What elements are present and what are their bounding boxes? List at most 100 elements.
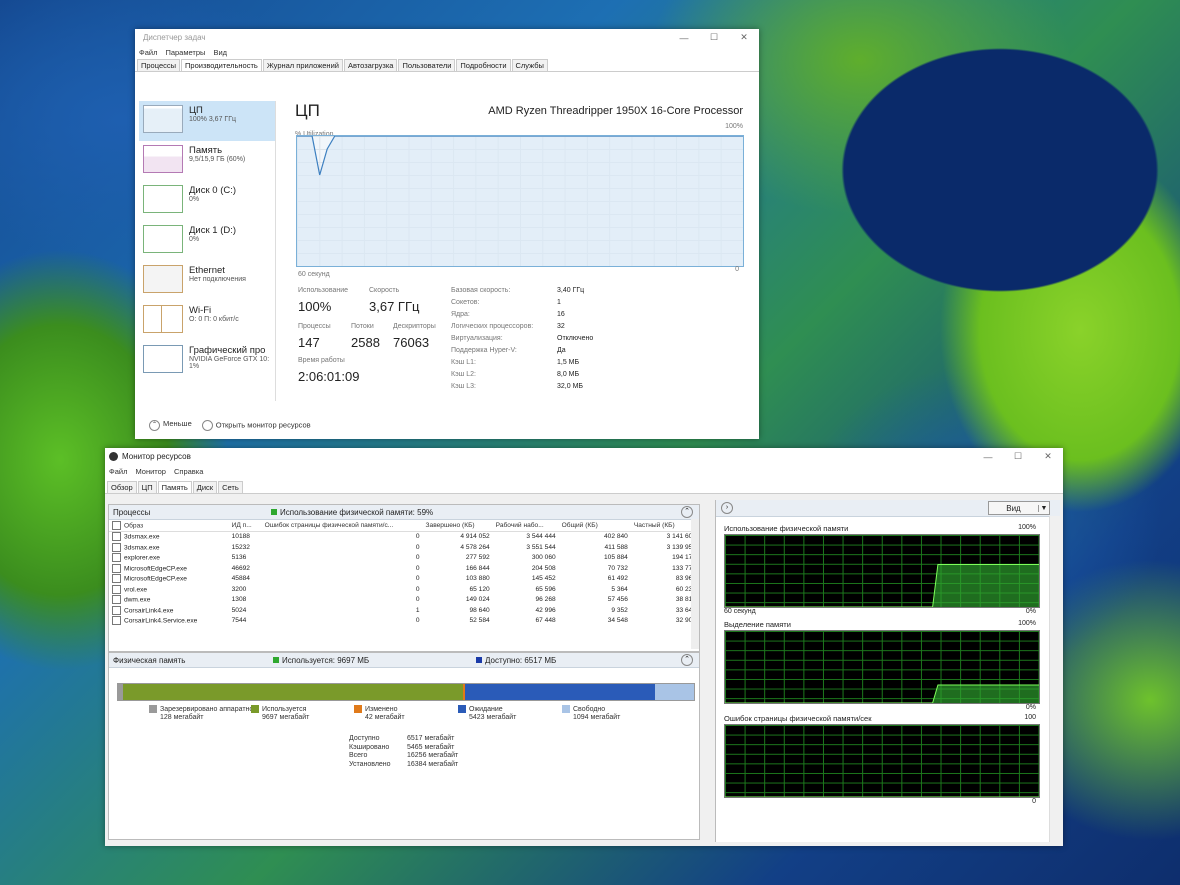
menu-options[interactable]: Параметры — [165, 48, 205, 57]
row-checkbox[interactable] — [112, 574, 121, 584]
row-checkbox[interactable] — [112, 595, 121, 605]
column-header[interactable]: Общий (КБ) — [558, 520, 631, 532]
processes-header[interactable]: Процессы Использование физической памяти… — [109, 505, 699, 520]
title-bar[interactable]: Диспетчер задач — ☐ ✕ — [135, 29, 759, 46]
menu-file[interactable]: Файл — [109, 467, 127, 476]
maximize-button[interactable]: ☐ — [699, 29, 729, 46]
tab-network[interactable]: Сеть — [218, 481, 243, 493]
menu-bar: Файл Параметры Вид — [135, 46, 759, 58]
spec-value: 3,40 ГГц — [557, 287, 585, 294]
column-header[interactable]: ИД п... — [228, 520, 262, 532]
table-row[interactable]: dwm.exe 1308 0 149 024 96 268 57 456 38 812 — [109, 595, 699, 606]
tab-details[interactable]: Подробности — [456, 59, 511, 71]
table-cell: 194 176 — [672, 554, 696, 562]
processes-value: 147 — [298, 335, 320, 350]
minimize-button[interactable]: — — [973, 448, 1003, 465]
table-cell: 5024 — [231, 606, 247, 614]
spec-value: 1 — [557, 299, 561, 306]
sidebar-item-disk0[interactable]: Диск 0 (C:) 0% — [139, 181, 275, 221]
tab-users[interactable]: Пользователи — [398, 59, 456, 71]
minimize-button[interactable]: — — [669, 29, 699, 46]
table-cell: 61 492 — [607, 575, 628, 583]
sidebar-item-ethernet[interactable]: Ethernet Нет подключения — [139, 261, 275, 301]
sidebar-item-gpu[interactable]: Графический про NVIDIA GeForce GTX 10: 1% — [139, 341, 275, 381]
row-checkbox[interactable] — [112, 553, 121, 563]
total-value: 5465 мегабайт — [407, 743, 455, 751]
tab-disk[interactable]: Диск — [192, 481, 218, 493]
table-row[interactable]: CorsairLink4.exe 5024 1 98 640 42 996 9 352 33… — [109, 605, 699, 616]
spec-value: 32 — [557, 323, 565, 330]
collapse-chevron-icon[interactable]: ⌃ — [681, 506, 693, 518]
tab-performance[interactable]: Производительность — [181, 59, 262, 71]
table-row[interactable]: 3dsmax.exe 15232 0 4 578 264 3 551 544 411 58… — [109, 542, 699, 553]
menu-view[interactable]: Вид — [213, 48, 227, 57]
chart-time: 60 секунд — [724, 608, 756, 615]
collapse-chevron-icon[interactable]: ⌃ — [681, 654, 693, 666]
expand-panel-chevron-icon[interactable]: › — [721, 502, 733, 514]
task-manager-window: Диспетчер задач — ☐ ✕ Файл Параметры Вид… — [135, 29, 759, 439]
title-bar[interactable]: Монитор ресурсов — ☐ ✕ — [105, 448, 1063, 465]
memory-bar-segment-used — [122, 684, 464, 700]
tab-memory[interactable]: Память — [157, 481, 192, 493]
table-row[interactable]: vrol.exe 3200 0 65 120 65 596 5 364 60 232 — [109, 584, 699, 595]
row-checkbox[interactable] — [112, 605, 121, 615]
close-button[interactable]: ✕ — [729, 29, 759, 46]
table-row[interactable]: MicrosoftEdgeCP.exe 46692 0 166 844 204 508 7… — [109, 563, 699, 574]
table-cell: 65 120 — [469, 585, 490, 593]
column-header[interactable]: Ошибок страницы физической памяти/с... — [261, 520, 423, 532]
table-row[interactable]: 3dsmax.exe 10188 0 4 914 052 3 544 444 402 84… — [109, 531, 699, 542]
menu-file[interactable]: Файл — [139, 48, 157, 57]
menu-monitor[interactable]: Монитор — [135, 467, 166, 476]
tab-cpu[interactable]: ЦП — [137, 481, 157, 493]
table-cell: 277 592 — [465, 554, 490, 562]
tab-processes[interactable]: Процессы — [137, 59, 181, 71]
open-resource-monitor-link[interactable]: Открыть монитор ресурсов — [201, 419, 311, 431]
maximize-button[interactable]: ☐ — [1003, 448, 1033, 465]
sidebar-item-memory[interactable]: Память 9,5/15,9 ГБ (60%) — [139, 141, 275, 181]
row-checkbox[interactable] — [112, 563, 121, 573]
process-name: CorsairLink4.exe — [124, 607, 174, 614]
table-cell: 33 644 — [675, 606, 696, 614]
tab-overview[interactable]: Обзор — [107, 481, 137, 493]
vertical-scrollbar[interactable] — [691, 519, 699, 649]
tab-startup[interactable]: Автозагрузка — [343, 59, 398, 71]
sidebar-item-disk1[interactable]: Диск 1 (D:) 0% — [139, 221, 275, 261]
physical-memory-usage-chart — [724, 534, 1040, 608]
window-title: Монитор ресурсов — [122, 452, 191, 461]
less-details-label: Меньше — [163, 419, 192, 428]
table-cell: 98 640 — [469, 606, 490, 614]
view-dropdown[interactable]: Вид ▼ — [988, 501, 1050, 515]
table-cell: 4 914 052 — [460, 533, 490, 541]
table-row[interactable]: CorsairLink4.Service.exe 7544 0 52 584 67 44… — [109, 616, 699, 627]
menu-help[interactable]: Справка — [174, 467, 203, 476]
threads-label: Потоки — [351, 323, 374, 330]
table-row[interactable]: explorer.exe 5136 0 277 592 300 060 105 884 19… — [109, 553, 699, 564]
row-checkbox[interactable] — [112, 542, 121, 552]
row-checkbox[interactable] — [112, 616, 121, 626]
total-key: Доступно — [349, 735, 380, 742]
close-button[interactable]: ✕ — [1033, 448, 1063, 465]
physical-memory-header[interactable]: Физическая память Используется: 9697 МБ … — [109, 653, 699, 668]
vertical-scrollbar[interactable] — [1049, 516, 1060, 842]
less-details-button[interactable]: ⌃ Меньше — [149, 419, 192, 431]
column-header[interactable]: Завершено (КБ) — [422, 520, 493, 532]
chart-min: 0% — [1025, 704, 1036, 711]
tab-app-history[interactable]: Журнал приложений — [262, 59, 343, 71]
row-checkbox[interactable] — [112, 584, 121, 594]
sidebar-item-cpu[interactable]: ЦП 100% 3,67 ГГц — [139, 101, 275, 141]
sidebar-item-wifi[interactable]: Wi-Fi О: 0 П: 0 кбит/с — [139, 301, 275, 341]
row-checkbox[interactable] — [112, 532, 121, 542]
disk-thumbnail — [143, 225, 183, 253]
column-header[interactable]: Рабочий набо... — [492, 520, 559, 532]
chart-max: 100% — [1018, 620, 1036, 627]
tab-services[interactable]: Службы — [511, 59, 548, 71]
column-header[interactable]: Частный (КБ) — [630, 520, 699, 532]
used-swatch — [273, 657, 279, 663]
table-row[interactable]: MicrosoftEdgeCP.exe 45884 0 103 880 145 452 6… — [109, 574, 699, 585]
column-header[interactable]: Образ — [109, 520, 229, 532]
memory-thumbnail — [143, 145, 183, 173]
usage-value: 100% — [298, 299, 332, 314]
select-all-checkbox[interactable] — [112, 520, 121, 530]
tab-strip: Процессы Производительность Журнал прило… — [135, 58, 759, 72]
total-key: Установлено — [349, 760, 391, 768]
